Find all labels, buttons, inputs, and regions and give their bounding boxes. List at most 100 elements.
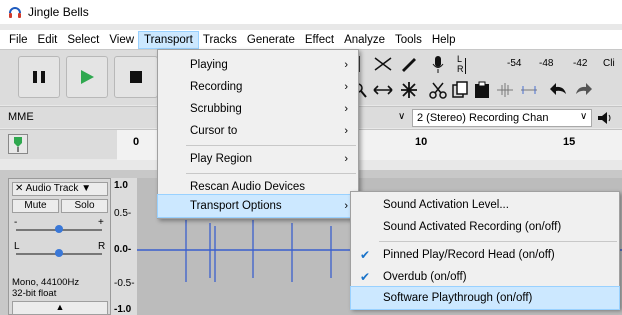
menu-item-label: Pinned Play/Record Head (on/off) bbox=[383, 249, 555, 261]
menu-item-label: Software Playthrough (on/off) bbox=[383, 292, 533, 304]
solo-button[interactable]: Solo bbox=[61, 199, 108, 213]
ruler-tick-10: 10 bbox=[415, 136, 428, 148]
checkmark-icon: ✔ bbox=[360, 270, 371, 284]
menu-item-overdub[interactable]: ✔ Overdub (on/off) bbox=[351, 266, 619, 288]
meter-l-label: L bbox=[457, 54, 463, 64]
menu-select[interactable]: Select bbox=[62, 32, 104, 48]
menu-item-label: Cursor to bbox=[190, 125, 238, 137]
chevron-down-icon: ▼ bbox=[78, 183, 92, 194]
collapse-track-button[interactable]: ▲ bbox=[12, 301, 108, 315]
track-bit-depth: 32-bit float bbox=[12, 288, 57, 299]
recording-channels-value: 2 (Stereo) Recording Chan bbox=[417, 112, 549, 124]
cut-icon[interactable] bbox=[428, 80, 448, 100]
pause-icon bbox=[33, 71, 45, 83]
chevron-down-icon[interactable]: ∨ bbox=[580, 111, 587, 122]
recording-channels-select[interactable]: 2 (Stereo) Recording Chan bbox=[412, 109, 592, 127]
undo-icon[interactable] bbox=[548, 80, 570, 100]
meter-tick-48: -48 bbox=[539, 58, 554, 69]
stop-icon bbox=[130, 71, 142, 83]
mute-button[interactable]: Mute bbox=[12, 199, 59, 213]
checkmark-icon: ✔ bbox=[360, 248, 371, 262]
copy-icon[interactable] bbox=[450, 80, 470, 100]
menu-view[interactable]: View bbox=[104, 32, 139, 48]
chevron-down-icon[interactable]: ∨ bbox=[398, 111, 405, 122]
gain-minus-label: - bbox=[14, 217, 18, 228]
amplitude-axis: 1.0 0.5- 0.0- -0.5- -1.0 bbox=[111, 178, 137, 315]
play-icon bbox=[81, 70, 94, 84]
track-name-label: Audio Track bbox=[25, 183, 79, 194]
microphone-icon[interactable] bbox=[428, 54, 448, 76]
pan-slider[interactable]: L R bbox=[12, 241, 108, 261]
audacity-headphones-icon bbox=[9, 7, 21, 18]
menu-item-sound-activated-recording[interactable]: Sound Activated Recording (on/off) bbox=[351, 216, 619, 238]
menu-item-label: Sound Activated Recording (on/off) bbox=[383, 221, 562, 233]
submenu-arrow-icon: › bbox=[344, 153, 348, 165]
menu-item-play-region[interactable]: Play Region › bbox=[158, 148, 358, 170]
menu-item-transport-options[interactable]: Transport Options › bbox=[157, 194, 359, 218]
menu-item-cursor-to[interactable]: Cursor to › bbox=[158, 120, 358, 142]
menu-item-label: Recording bbox=[190, 81, 243, 93]
menu-bar: File Edit Select View Transport Tracks G… bbox=[0, 30, 622, 49]
gain-slider[interactable]: - + bbox=[12, 217, 108, 237]
pan-thumb[interactable] bbox=[55, 249, 63, 257]
submenu-arrow-icon: › bbox=[344, 59, 348, 71]
menu-tracks[interactable]: Tracks bbox=[198, 32, 242, 48]
paste-icon[interactable] bbox=[472, 80, 492, 100]
envelope-tool-icon[interactable] bbox=[372, 54, 394, 74]
draw-tool-icon[interactable] bbox=[398, 54, 420, 74]
meter-r-label: R bbox=[457, 64, 464, 74]
stop-button[interactable] bbox=[114, 56, 158, 98]
pin-playhead-button[interactable] bbox=[8, 134, 28, 154]
multi-tool-icon[interactable] bbox=[398, 80, 420, 100]
pan-right-label: R bbox=[98, 241, 106, 252]
track-close-icon[interactable]: ✕ bbox=[15, 183, 26, 194]
track-name-dropdown[interactable]: ✕ Audio Track ▼ bbox=[12, 182, 108, 196]
speaker-icon[interactable] bbox=[596, 110, 612, 126]
menu-effect[interactable]: Effect bbox=[300, 32, 339, 48]
window-title: Jingle Bells bbox=[28, 5, 89, 19]
play-button[interactable] bbox=[66, 56, 108, 98]
menu-item-software-playthrough[interactable]: Software Playthrough (on/off) bbox=[350, 286, 620, 310]
gain-plus-label: + bbox=[98, 217, 104, 228]
pan-left-label: L bbox=[14, 241, 20, 252]
menu-item-sound-activation-level[interactable]: Sound Activation Level... bbox=[351, 194, 619, 216]
meter-clip-label: Cli bbox=[603, 58, 615, 69]
menu-item-playing[interactable]: Playing › bbox=[158, 54, 358, 76]
menu-analyze[interactable]: Analyze bbox=[339, 32, 390, 48]
menu-item-pinned-play-record-head[interactable]: ✔ Pinned Play/Record Head (on/off) bbox=[351, 244, 619, 266]
track-sample-rate: Mono, 44100Hz bbox=[12, 277, 80, 288]
gain-thumb[interactable] bbox=[55, 225, 63, 233]
menu-file[interactable]: File bbox=[4, 32, 33, 48]
title-bar: Jingle Bells bbox=[0, 0, 622, 24]
redo-icon[interactable] bbox=[572, 80, 594, 100]
menu-item-label: Sound Activation Level... bbox=[383, 199, 509, 211]
track-format-info: Mono, 44100Hz 32-bit float bbox=[12, 277, 79, 299]
ruler-tick-0: 0 bbox=[133, 136, 140, 148]
ruler-tick-15: 15 bbox=[563, 136, 576, 148]
menu-item-label: Playing bbox=[190, 59, 228, 71]
silence-audio-icon[interactable] bbox=[518, 80, 540, 100]
menu-separator bbox=[186, 173, 356, 174]
audio-host-select[interactable]: MME bbox=[8, 111, 34, 123]
submenu-arrow-icon: › bbox=[344, 81, 348, 93]
meter-tick-42: -42 bbox=[573, 58, 588, 69]
submenu-arrow-icon: › bbox=[344, 103, 348, 115]
timeshift-tool-icon[interactable] bbox=[372, 80, 394, 100]
pause-button[interactable] bbox=[18, 56, 60, 98]
menu-item-label: Transport Options bbox=[190, 200, 282, 212]
y-label-0: 0.0- bbox=[114, 244, 132, 255]
menu-edit[interactable]: Edit bbox=[33, 32, 63, 48]
menu-generate[interactable]: Generate bbox=[242, 32, 300, 48]
menu-item-label: Scrubbing bbox=[190, 103, 242, 115]
menu-transport[interactable]: Transport bbox=[138, 30, 199, 49]
menu-item-scrubbing[interactable]: Scrubbing › bbox=[158, 98, 358, 120]
trim-audio-icon[interactable] bbox=[494, 80, 516, 100]
menu-help[interactable]: Help bbox=[427, 32, 461, 48]
menu-separator bbox=[186, 145, 356, 146]
y-label-neg-1: -1.0 bbox=[114, 304, 132, 315]
transport-options-submenu: Sound Activation Level... Sound Activate… bbox=[350, 191, 620, 310]
track-control-panel: ✕ Audio Track ▼ Mute Solo - + L R Mono, … bbox=[8, 178, 111, 315]
menu-tools[interactable]: Tools bbox=[390, 32, 427, 48]
recording-meter[interactable]: L R -54 -48 -42 Cli bbox=[455, 54, 622, 76]
menu-item-recording[interactable]: Recording › bbox=[158, 76, 358, 98]
